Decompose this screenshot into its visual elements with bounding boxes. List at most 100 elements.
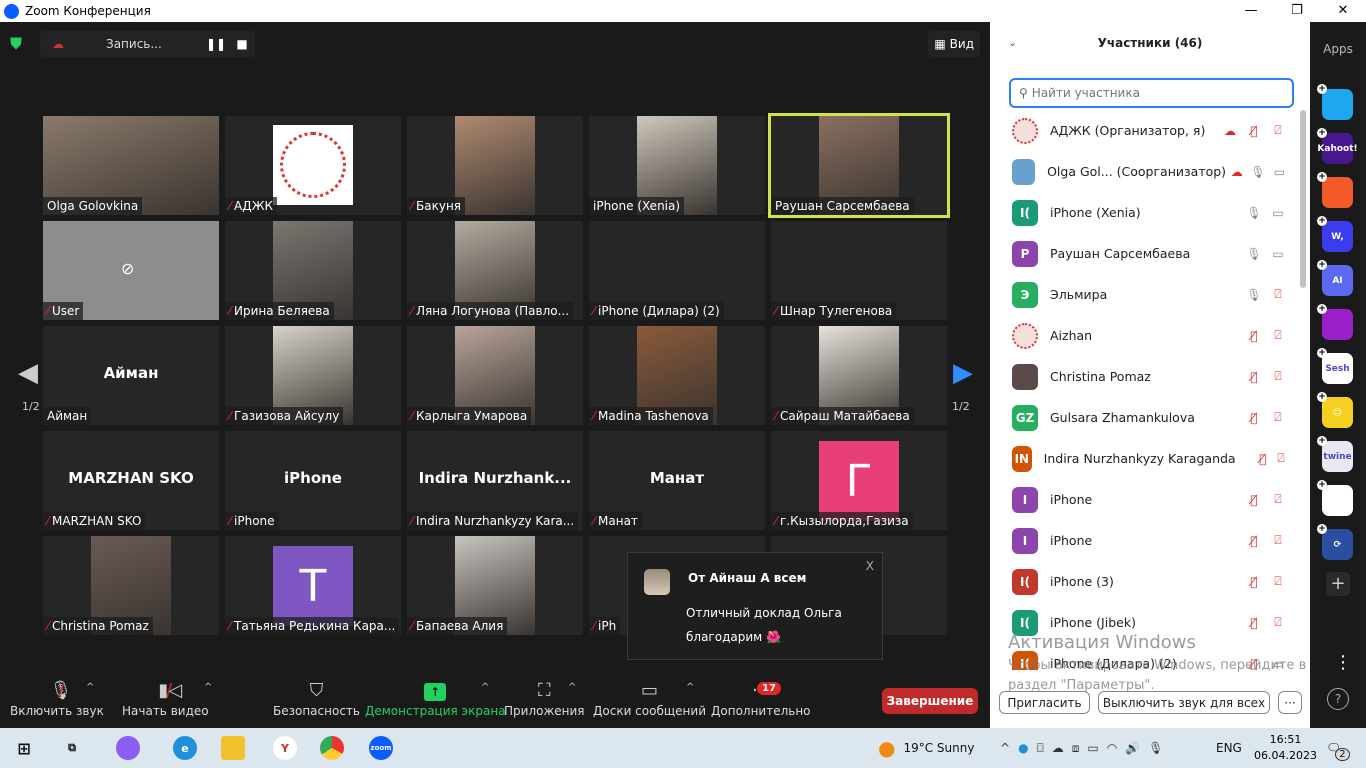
search-input[interactable]	[1031, 86, 1272, 100]
volume-icon[interactable]: 🔊	[1125, 741, 1140, 755]
app-wooclap[interactable]: W,	[1317, 216, 1353, 252]
add-app-button[interactable]: +	[1326, 572, 1350, 596]
security-button[interactable]: ⛉ Безопасность	[273, 678, 360, 718]
video-tile[interactable]: Манат ⁄ Манат	[589, 431, 765, 530]
mic-muted-icon[interactable]: 🎙̸	[1242, 329, 1266, 343]
participant-row[interactable]: IiPhone 🎙̸ ⍁	[990, 479, 1290, 520]
apps-button[interactable]: ⛶ Приложения ^	[504, 678, 585, 718]
windows-start-icon[interactable]: ⊞	[12, 736, 36, 760]
clock[interactable]: 16:51 06.04.2023	[1254, 732, 1317, 764]
video-tile[interactable]: ⁄ Карлыга Умарова	[407, 326, 583, 425]
participant-search[interactable]: ⚲	[1009, 78, 1294, 108]
participant-row[interactable]: Christina Pomaz 🎙̸ ⍁	[990, 356, 1290, 397]
video-options-caret[interactable]: ^	[204, 682, 212, 693]
video-tile[interactable]: T ⁄ Татьяна Редькина Кара...	[225, 536, 401, 635]
weather-widget[interactable]: ● 19°C Sunny	[878, 728, 974, 768]
share-options-caret[interactable]: ^	[481, 682, 489, 693]
participant-row[interactable]: Э Эльмира 🎙 ⍁	[990, 274, 1290, 315]
participant-row[interactable]: P Раушан Сарсембаева 🎙 ▭	[990, 233, 1290, 274]
mic-muted-icon[interactable]: 🎙̸	[1242, 411, 1266, 425]
video-tile[interactable]: ⁄ Ляна Логунова (Павло...	[407, 221, 583, 320]
video-tile[interactable]: ⁄ Бакуня	[407, 116, 583, 215]
participant-row[interactable]: IiPhone 🎙̸ ⍁	[990, 520, 1290, 561]
mic-icon[interactable]: 🎙	[1247, 165, 1268, 179]
participant-row[interactable]: Olga Gol... (Соорганизатор) ☁ 🎙 ▭	[990, 151, 1290, 192]
help-button[interactable]: ?	[1327, 688, 1349, 710]
participant-row[interactable]: I(iPhone (Дилара) (2) 🎙̸ ▭	[990, 643, 1290, 670]
next-page-arrow-icon[interactable]: ▶	[953, 358, 973, 388]
app-app-3[interactable]	[1317, 172, 1353, 208]
tray-update-icon[interactable]: ⧈	[1072, 741, 1080, 756]
camera-off-icon[interactable]: ⍁	[1266, 328, 1290, 343]
mic-muted-icon[interactable]: 🎙̸	[1242, 124, 1266, 138]
yandex-browser-icon[interactable]: Y	[273, 736, 297, 760]
video-tile[interactable]: Olga Golovkina	[43, 116, 219, 215]
app-app-11[interactable]: ⟳	[1317, 524, 1353, 560]
pause-recording-button[interactable]: ❚❚	[203, 37, 229, 51]
camera-icon[interactable]: ▭	[1266, 247, 1290, 261]
apps-options-caret[interactable]: ^	[568, 682, 576, 693]
invite-button[interactable]: Пригласить	[999, 691, 1090, 714]
participant-row[interactable]: I(iPhone (Jibek) 🎙̸ ⍁	[990, 602, 1290, 643]
app-app-6[interactable]	[1317, 304, 1353, 340]
close-button[interactable]: ✕	[1320, 0, 1366, 22]
encryption-shield-icon[interactable]: ⛊	[10, 34, 28, 56]
language-indicator[interactable]: ENG	[1216, 728, 1242, 768]
participant-row[interactable]: GZ Gulsara Zhamankulova 🎙̸ ⍁	[990, 397, 1290, 438]
video-tile[interactable]: ⁄ iPhone (Дилара) (2)	[589, 221, 765, 320]
video-tile[interactable]: Раушан Сарсембаева	[768, 113, 950, 218]
view-button[interactable]: ▦ Вид	[928, 31, 980, 57]
camera-off-icon[interactable]: ⍁	[1266, 574, 1290, 589]
video-tile[interactable]: Indira Nurzhank... ⁄ Indira Nurzhankyzy Ka…	[407, 431, 583, 530]
camera-icon[interactable]: ▭	[1269, 165, 1290, 179]
camera-off-icon[interactable]: ⍁	[1266, 410, 1290, 425]
mic-muted-icon[interactable]: 🎙̸	[1242, 616, 1266, 630]
app-ai-app[interactable]: AI	[1317, 260, 1353, 296]
camera-off-icon[interactable]: ⍁	[1272, 451, 1290, 466]
video-tile[interactable]: ⁄ Сайраш Матайбаева	[771, 326, 947, 425]
prev-page-arrow-icon[interactable]: ◀	[18, 358, 38, 388]
participant-row[interactable]: I(iPhone (Xenia) 🎙 ▭	[990, 192, 1290, 233]
show-hidden-icons-chevron[interactable]: ^	[1000, 741, 1010, 755]
alice-icon[interactable]	[116, 736, 140, 760]
video-tile[interactable]: MARZHAN SKO ⁄ MARZHAN SKO	[43, 431, 219, 530]
camera-tray-icon[interactable]: ⌼	[1037, 741, 1044, 756]
mic-icon[interactable]: 🎙	[1242, 247, 1266, 261]
start-video-button[interactable]: ▮◁/ Начать видео ^	[122, 678, 212, 718]
mic-muted-icon[interactable]: 🎙̸	[1242, 493, 1266, 507]
notification-center-button[interactable]: 🗨 2	[1326, 728, 1350, 768]
video-tile[interactable]: ⊘ ⁄ User	[43, 221, 219, 320]
onedrive-icon[interactable]: ☁	[1052, 741, 1064, 755]
mute-all-button[interactable]: Выключить звук для всех	[1098, 691, 1270, 714]
participant-row[interactable]: Aizhan 🎙̸ ⍁	[990, 315, 1290, 356]
video-tile[interactable]: ⁄ Madina Tashenova	[589, 326, 765, 425]
restore-button[interactable]: ❐	[1274, 0, 1320, 22]
app-sesh[interactable]: Sesh	[1317, 348, 1353, 384]
tray-app-icon[interactable]: ●	[1018, 741, 1028, 755]
video-tile[interactable]: ⁄ Christina Pomaz	[43, 536, 219, 635]
unmute-button[interactable]: 🎙/Включить звук ^	[10, 678, 104, 718]
whiteboard-options-caret[interactable]: ^	[686, 682, 694, 693]
camera-off-icon[interactable]: ⍁	[1266, 615, 1290, 630]
mic-muted-icon[interactable]: 🎙̸	[1242, 534, 1266, 548]
mic-icon[interactable]: 🎙	[1242, 288, 1266, 302]
video-tile[interactable]: ⁄ Газизова Айсулу	[225, 326, 401, 425]
video-tile[interactable]: ⁄ Ирина Беляева	[225, 221, 401, 320]
chat-notification[interactable]: От Айнаш А всем Отличный доклад Ольга бл…	[627, 552, 883, 660]
participant-list-scrollbar[interactable]	[1300, 110, 1306, 288]
close-notification-button[interactable]: X	[866, 559, 874, 573]
participant-row[interactable]: АДЖК (Организатор, я) ☁ 🎙̸ ⍁	[990, 110, 1290, 151]
camera-icon[interactable]: ▭	[1266, 206, 1290, 220]
video-tile[interactable]: iPhone ⁄ iPhone	[225, 431, 401, 530]
video-tile[interactable]: ⁄ АДЖК	[225, 116, 401, 215]
video-tile[interactable]: Айман Айман	[43, 326, 219, 425]
mic-muted-icon[interactable]: 🎙̸	[1242, 575, 1266, 589]
video-tile[interactable]: ⁄ Шнар Тулегенова	[771, 221, 947, 320]
camera-icon[interactable]: ▭	[1266, 657, 1290, 671]
video-tile[interactable]: iPhone (Xenia)	[589, 116, 765, 215]
mic-muted-icon[interactable]: 🎙̸	[1242, 657, 1266, 671]
mic-muted-icon[interactable]: 🎙̸	[1242, 370, 1266, 384]
video-tile[interactable]: ⁄ Бапаева Алия	[407, 536, 583, 635]
app-app-8[interactable]: ☺	[1317, 392, 1353, 428]
app-app-10[interactable]	[1317, 480, 1353, 516]
